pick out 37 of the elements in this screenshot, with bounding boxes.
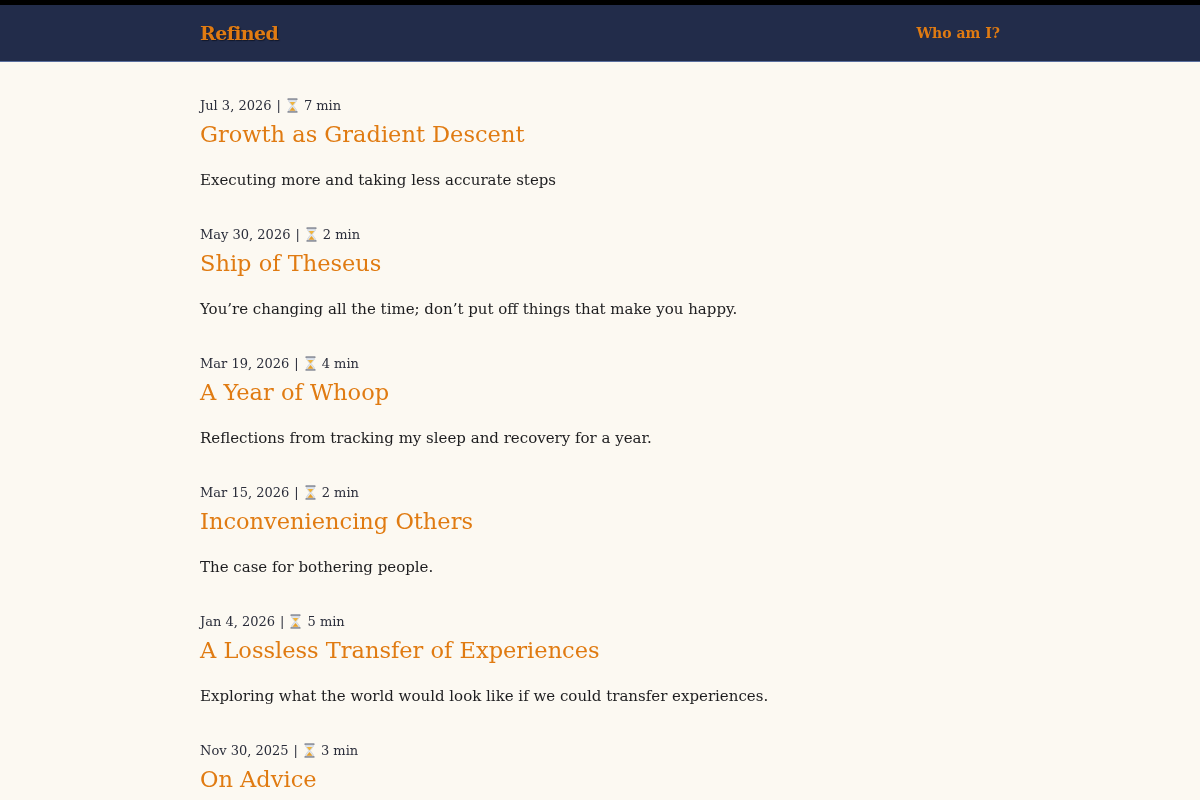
post-title-link[interactable]: A Year of Whoop [200,374,390,410]
hourglass-icon [290,613,302,629]
post-summary: Reflections from tracking my sleep and recovery for a year. [200,428,652,449]
separator: | [276,97,281,113]
post-title-link[interactable]: Ship of Theseus [200,245,382,281]
separator: | [280,613,285,629]
read-time: 7 min [303,97,342,113]
post-summary: You’re changing all the time; don’t put off things that make you happy. [200,299,738,320]
separator: | [294,355,299,371]
post-date: May 30, 2026 [200,226,291,242]
post-title-link[interactable]: Growth as Gradient Descent [200,116,525,152]
hourglass-icon [304,484,316,500]
post-date: Mar 19, 2026 [200,355,290,371]
read-time: 4 min [321,355,359,371]
read-time: 5 min [307,613,345,629]
read-time: 2 min [322,226,361,242]
post-summary: Executing more and taking less accurate steps [200,170,557,191]
hourglass-icon [286,97,298,113]
separator: | [295,226,300,242]
read-time: 2 min [321,484,359,500]
post-title-link[interactable]: Inconveniencing Others [200,503,473,539]
post-date: Jul 3, 2026 [200,97,272,113]
hourglass-icon [304,355,316,371]
post-date: Nov 30, 2025 [200,742,289,758]
hourglass-icon [303,742,315,758]
post-title-link[interactable]: On Advice [200,761,317,797]
nav-link[interactable]: Who am I? [916,25,1000,41]
site-logo[interactable]: Refined [200,22,279,44]
post-date: Mar 15, 2026 [200,484,290,500]
post-summary: Exploring what the world would look like if we could transfer experiences. [200,686,769,707]
separator: | [293,742,298,758]
hourglass-icon [305,226,317,242]
separator: | [294,484,299,500]
post-summary: The case for bothering people. [200,557,434,578]
post-title-link[interactable]: A Lossless Transfer of Experiences [200,632,600,668]
post-date: Jan 4, 2026 [200,613,276,629]
read-time: 3 min [320,742,359,758]
